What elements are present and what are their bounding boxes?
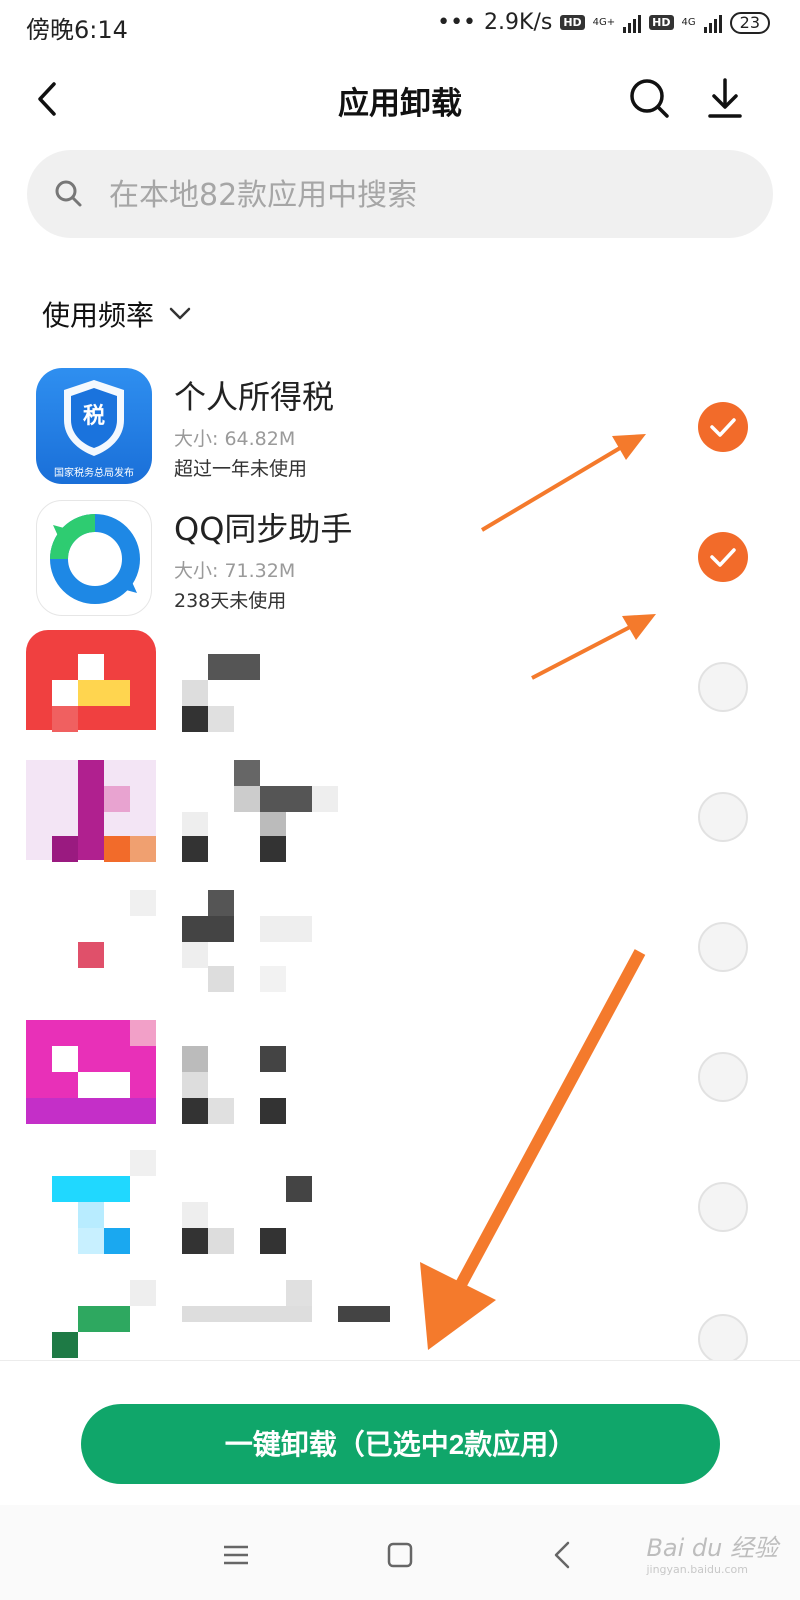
home-button[interactable] — [380, 1535, 420, 1575]
network-type-2: 4G — [681, 16, 696, 28]
hd-badge: HD — [560, 15, 585, 30]
download-button[interactable] — [700, 74, 750, 124]
app-header: 应用卸载 — [0, 60, 800, 140]
home-icon — [387, 1542, 413, 1568]
network-type: 4G+ — [592, 16, 616, 28]
chevron-down-icon — [169, 307, 191, 320]
qq-sync-app-icon — [36, 500, 152, 616]
status-bar: 傍晚6:14 ••• 2.9K/s HD 4G+ HD 4G 23 — [0, 0, 800, 50]
signal-icon — [623, 13, 642, 33]
watermark-sub: jingyan.baidu.com — [646, 1563, 748, 1576]
back-icon — [554, 1541, 570, 1569]
menu-button[interactable] — [216, 1535, 256, 1575]
app-size: 大小: 64.82M — [174, 428, 296, 450]
select-checkbox[interactable] — [698, 792, 748, 842]
list-item[interactable] — [0, 1020, 800, 1150]
status-time: 傍晚6:14 — [26, 16, 128, 44]
download-icon — [708, 78, 742, 118]
search-bar[interactable] — [27, 150, 773, 238]
sort-dropdown[interactable]: 使用频率 — [42, 294, 192, 334]
blurred-app-icon — [130, 890, 156, 916]
blurred-app-icon — [130, 1150, 156, 1176]
search-button[interactable] — [625, 74, 675, 124]
select-checkbox[interactable] — [698, 922, 748, 972]
dots-icon: ••• — [437, 10, 477, 35]
checkmark-icon — [710, 548, 736, 567]
uninstall-button[interactable]: 一键卸载（已选中2款应用） — [81, 1404, 720, 1484]
blurred-app-icon — [130, 1280, 156, 1306]
select-checkbox[interactable] — [698, 662, 748, 712]
app-size: 大小: 71.32M — [174, 560, 296, 582]
icon-caption: 国家税务总局发布 — [54, 468, 134, 479]
app-name: 个人所得税 — [174, 378, 335, 416]
select-checkbox[interactable] — [698, 532, 748, 582]
select-checkbox[interactable] — [698, 1052, 748, 1102]
tax-badge: 税 — [82, 404, 105, 429]
select-checkbox[interactable] — [698, 402, 748, 452]
list-item[interactable]: 税 国家税务总局发布 个人所得税 大小: 64.82M 超过一年未使用 — [0, 368, 800, 498]
list-item[interactable] — [0, 760, 800, 890]
app-name: QQ同步助手 — [174, 510, 353, 548]
network-speed: 2.9K/s — [484, 10, 553, 35]
watermark: Bai du 经验 jingyan.baidu.com — [646, 1528, 778, 1576]
list-item[interactable] — [0, 1150, 800, 1280]
list-item[interactable]: QQ同步助手 大小: 71.32M 238天未使用 — [0, 500, 800, 630]
app-last-used: 238天未使用 — [174, 590, 287, 612]
search-icon — [630, 79, 669, 118]
menu-icon — [224, 1545, 248, 1565]
battery-icon: 23 — [729, 11, 770, 34]
app-last-used: 超过一年未使用 — [174, 458, 308, 480]
page-title: 应用卸载 — [338, 86, 462, 122]
watermark-text: Bai du 经验 — [646, 1534, 778, 1562]
signal-icon-2 — [703, 13, 722, 33]
sort-label: 使用频率 — [42, 299, 155, 332]
search-input[interactable] — [107, 168, 751, 222]
hd-badge-2: HD — [649, 15, 674, 30]
select-checkbox[interactable] — [698, 1182, 748, 1232]
tax-app-icon: 税 国家税务总局发布 — [36, 368, 152, 484]
list-item[interactable] — [0, 630, 800, 760]
list-item[interactable] — [0, 890, 800, 1020]
select-checkbox[interactable] — [698, 1314, 748, 1364]
nav-back-button[interactable] — [544, 1535, 584, 1575]
status-indicators: ••• 2.9K/s HD 4G+ HD 4G 23 — [437, 10, 770, 35]
search-icon — [55, 180, 82, 207]
checkmark-icon — [710, 418, 736, 437]
